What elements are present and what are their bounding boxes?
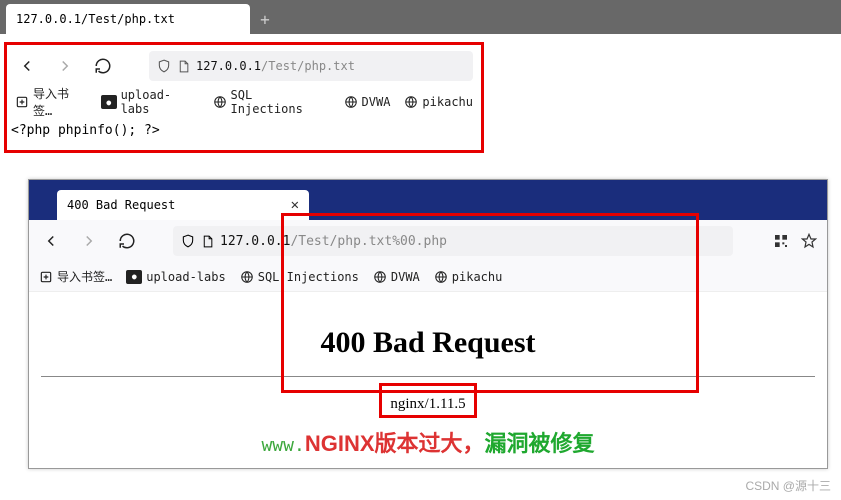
server-line-wrap: nginx/1.11.5 [29,383,827,418]
browser-tab-2[interactable]: 400 Bad Request ✕ [57,190,309,220]
globe-icon [373,270,387,284]
toolbar-2: 127.0.0.1/Test/php.txt%00.php [29,220,827,262]
import-icon [15,95,29,109]
reload-button-2[interactable] [115,229,139,253]
import-icon [39,270,53,284]
shield-icon-2 [181,233,195,249]
toolbar-1: 127.0.0.1/Test/php.txt [7,45,481,87]
bookmark-dvwa-2[interactable]: DVWA [373,270,420,284]
forward-button-2[interactable] [77,229,101,253]
browser-window-1: 127.0.0.1/Test/php.txt + 127.0.0.1/Te [0,0,841,153]
globe-icon [344,95,358,109]
page-content-2: 400 Bad Request nginx/1.11.5 www.NGINX版本… [29,292,827,468]
bookmark-sql-injections-2[interactable]: SQL Injections [240,270,359,284]
url-bar-1[interactable]: 127.0.0.1/Test/php.txt [149,51,473,81]
error-heading: 400 Bad Request [29,326,827,360]
new-tab-button-1[interactable]: + [250,4,280,34]
shield-icon-1 [157,58,171,74]
tab-bar-2: 400 Bad Request ✕ [29,180,827,220]
url-text-2: 127.0.0.1/Test/php.txt%00.php [220,234,447,249]
highlight-box-1: 127.0.0.1/Test/php.txt 导入书签… ● upload-la… [4,42,484,153]
bookmark-dvwa-1[interactable]: DVWA [344,95,391,109]
import-bookmarks-1[interactable]: 导入书签… [15,85,87,119]
globe-icon [404,95,418,109]
qr-icon[interactable] [773,233,789,249]
camera-icon: ● [101,95,117,109]
star-icon[interactable] [801,233,817,249]
bookmark-upload-labs-2[interactable]: ● upload-labs [126,270,225,284]
page-icon-2 [201,234,214,249]
bookmarks-bar-1: 导入书签… ● upload-labs SQL Injections DVWA … [7,87,481,117]
annotation-text: www.NGINX版本过大，漏洞被修复 [29,426,827,458]
url-bar-2[interactable]: 127.0.0.1/Test/php.txt%00.php [173,226,733,256]
highlight-box-3: nginx/1.11.5 [379,383,476,418]
import-bookmarks-2[interactable]: 导入书签… [39,268,112,285]
page-icon-1 [177,59,190,74]
watermark: CSDN @源十三 [745,477,831,494]
globe-icon [434,270,448,284]
tab-title-2: 400 Bad Request [67,198,175,212]
globe-icon [240,270,254,284]
back-button-2[interactable] [39,229,63,253]
bookmark-upload-labs-1[interactable]: ● upload-labs [101,88,199,116]
bookmark-pikachu-2[interactable]: pikachu [434,270,503,284]
browser-tab-1[interactable]: 127.0.0.1/Test/php.txt [6,4,250,34]
browser-window-2: 400 Bad Request ✕ 127.0.0.1/Test/php.txt… [28,179,828,469]
bookmark-sql-injections-1[interactable]: SQL Injections [213,88,330,116]
globe-icon [213,95,227,109]
reload-button-1[interactable] [91,54,115,78]
page-content-1: <?php phpinfo(); ?> [7,117,481,146]
close-icon[interactable]: ✕ [291,197,299,213]
server-version: nginx/1.11.5 [390,396,465,413]
bookmarks-bar-2: 导入书签… ● upload-labs SQL Injections DVWA … [29,262,827,292]
toolbar-right-2 [773,233,817,249]
tab-bar-1: 127.0.0.1/Test/php.txt + [0,0,841,34]
back-button-1[interactable] [15,54,39,78]
camera-icon: ● [126,270,142,284]
forward-button-1[interactable] [53,54,77,78]
tab-title-1: 127.0.0.1/Test/php.txt [16,12,240,26]
url-text-1: 127.0.0.1/Test/php.txt [196,59,355,73]
bookmark-pikachu-1[interactable]: pikachu [404,95,473,109]
divider [41,376,815,377]
